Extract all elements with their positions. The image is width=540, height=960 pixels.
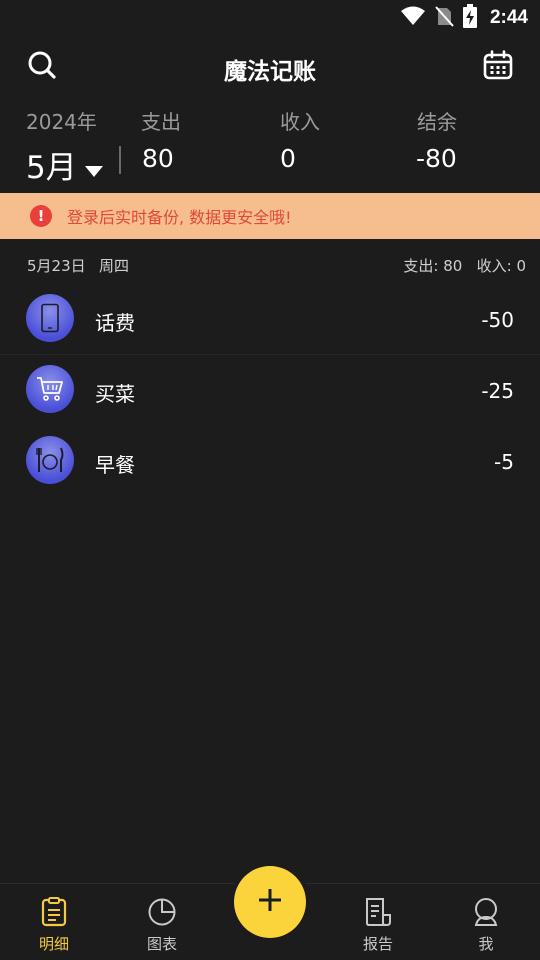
nav-label: 明细 [38, 935, 69, 953]
transaction-row[interactable]: 早餐 -5 [0, 426, 540, 497]
month-label: 5月 [26, 150, 77, 186]
balance-value: -80 [416, 144, 457, 173]
caret-down-icon [84, 150, 103, 186]
nav-tab-me[interactable]: 我 [456, 896, 516, 954]
fab-circle [234, 866, 306, 938]
fork-knife-plate-icon [26, 436, 74, 484]
category-name: 买菜 [95, 382, 135, 406]
notice-text: 登录后实时备份, 数据更安全哦! [67, 208, 292, 227]
status-bar: 2:44 [0, 0, 540, 36]
day-weekday: 周四 [99, 257, 130, 275]
shopping-cart-icon [26, 365, 74, 413]
no-sim-icon [434, 5, 454, 31]
nav-tab-reports[interactable]: 报告 [348, 896, 408, 954]
report-document-icon [348, 896, 408, 928]
income-value: 0 [280, 144, 296, 173]
transaction-row[interactable]: 买菜 -25 [0, 355, 540, 426]
clipboard-list-icon [24, 896, 84, 928]
login-backup-notice[interactable]: ! 登录后实时备份, 数据更安全哦! [0, 193, 540, 239]
nav-tab-charts[interactable]: 图表 [132, 896, 192, 954]
nav-label: 报告 [362, 935, 393, 953]
user-profile-icon [456, 896, 516, 928]
phone-icon [26, 294, 74, 342]
month-selector[interactable]: 5月 [26, 142, 103, 187]
day-group-header: 5月23日 周四 支出: 80 收入: 0 [0, 255, 540, 275]
balance-label: 结余 [417, 110, 457, 134]
expense-label: 支出 [141, 110, 181, 134]
income-label: 收入 [280, 110, 320, 134]
add-record-button[interactable] [230, 862, 310, 942]
expense-value: 80 [142, 144, 174, 173]
category-name: 早餐 [95, 453, 135, 477]
status-icons: 2:44 [400, 4, 528, 32]
calendar-icon [483, 50, 513, 84]
year-label: 2024年 [26, 110, 97, 134]
transaction-amount: -50 [481, 308, 514, 332]
status-time: 2:44 [489, 7, 528, 28]
transaction-list: 话费 -50 买菜 -25 早餐 -5 [0, 284, 540, 497]
alert-icon: ! [30, 205, 52, 227]
summary-divider [119, 146, 121, 174]
calendar-button[interactable] [481, 50, 515, 84]
wifi-icon [400, 6, 426, 30]
category-name: 话费 [95, 311, 135, 335]
pie-chart-icon [132, 896, 192, 928]
app-header: 魔法记账 [0, 36, 540, 98]
transaction-amount: -25 [481, 379, 514, 403]
plus-icon [257, 887, 283, 917]
day-date: 5月23日 [27, 257, 86, 275]
transaction-amount: -5 [494, 450, 514, 474]
month-summary: 2024年 5月 支出 80 收入 0 结余 -80 [0, 98, 540, 193]
app-title: 魔法记账 [224, 59, 316, 85]
nav-label: 我 [478, 935, 494, 953]
nav-label: 图表 [146, 935, 177, 953]
nav-tab-details[interactable]: 明细 [24, 896, 84, 954]
battery-charging-icon [462, 4, 478, 32]
day-totals: 支出: 80 收入: 0 [403, 257, 526, 275]
transaction-row[interactable]: 话费 -50 [0, 284, 540, 355]
